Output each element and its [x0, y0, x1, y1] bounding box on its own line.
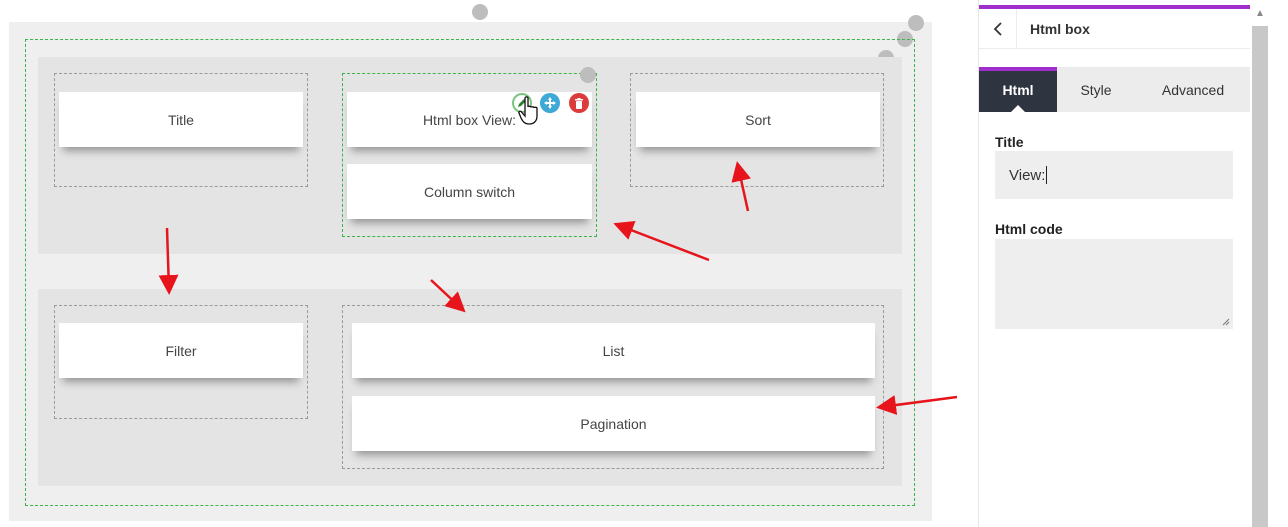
scroll-thumb[interactable] — [1252, 26, 1268, 527]
panel-scrollbar[interactable]: ▲ — [1250, 0, 1288, 527]
resize-grip-icon[interactable] — [1222, 318, 1230, 326]
panel-header: Html box — [979, 8, 1251, 49]
tab-advanced[interactable]: Advanced — [1135, 67, 1251, 112]
title-input-value: View: — [1009, 166, 1046, 184]
delete-icon[interactable] — [569, 93, 589, 113]
panel-title: Html box — [1030, 20, 1090, 37]
panel-tabs: Html Style Advanced — [979, 67, 1251, 112]
html-code-field-label: Html code — [995, 221, 1063, 237]
chevron-left-icon — [993, 21, 1002, 36]
widget-filter[interactable]: Filter — [59, 323, 303, 378]
tab-html[interactable]: Html — [979, 67, 1057, 112]
move-icon[interactable] — [540, 93, 560, 113]
widget-sort[interactable]: Sort — [636, 92, 880, 147]
hand-cursor-icon — [518, 96, 538, 125]
widget-title[interactable]: Title — [59, 92, 303, 147]
app-root: Title Html box View: Column switch Sort … — [0, 0, 1288, 527]
widget-list[interactable]: List — [352, 323, 875, 378]
widget-pagination[interactable]: Pagination — [352, 396, 875, 451]
widget-column-switch[interactable]: Column switch — [347, 164, 592, 219]
back-button[interactable] — [979, 8, 1017, 49]
html-code-textarea[interactable] — [995, 239, 1233, 329]
resize-handle[interactable] — [908, 15, 924, 31]
column-handle[interactable] — [580, 67, 596, 83]
title-input[interactable]: View: — [995, 151, 1233, 199]
section-handle[interactable] — [472, 4, 488, 20]
title-field-label: Title — [995, 134, 1024, 150]
text-caret — [1046, 166, 1048, 184]
settings-panel: Html box Html Style Advanced Title View:… — [978, 0, 1251, 527]
tab-style[interactable]: Style — [1057, 67, 1135, 112]
scroll-up-arrow-icon[interactable]: ▲ — [1254, 8, 1266, 20]
